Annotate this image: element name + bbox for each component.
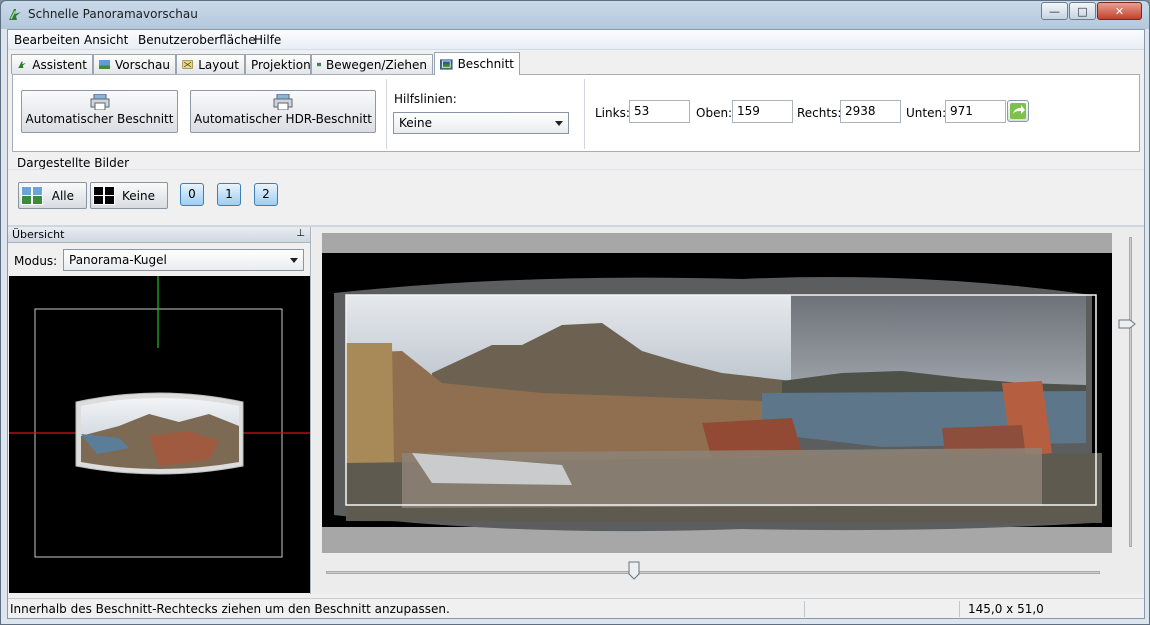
guides-value: Keine	[399, 116, 432, 130]
right-input[interactable]: 2938	[840, 100, 901, 123]
show-none-button[interactable]: Keine	[90, 182, 168, 209]
mode-value: Panorama-Kugel	[69, 253, 167, 267]
preview-icon	[99, 60, 111, 69]
auto-hdr-crop-icon	[273, 94, 293, 110]
move-drag-icon	[317, 62, 321, 67]
auto-crop-button[interactable]: Automatischer Beschnitt	[21, 90, 178, 133]
overview-header: Übersicht ⊥	[8, 227, 310, 243]
overview-sphere-view[interactable]	[9, 276, 310, 593]
pin-icon[interactable]: ⊥	[296, 228, 305, 239]
menu-bar: Bearbeiten Ansicht Benutzeroberfläche Hi…	[8, 30, 1144, 50]
separator	[584, 79, 585, 149]
auto-hdr-crop-label: Automatischer HDR-Beschnitt	[194, 112, 372, 126]
panorama-canvas[interactable]	[322, 233, 1112, 553]
right-label: Rechts:	[797, 106, 842, 120]
guides-label: Hilfslinien:	[394, 92, 457, 106]
apply-arrow-icon	[1010, 103, 1026, 119]
auto-hdr-crop-button[interactable]: Automatischer HDR-Beschnitt	[190, 90, 376, 133]
left-label: Links:	[595, 106, 630, 120]
show-all-button[interactable]: Alle	[18, 182, 87, 209]
tab-projektion[interactable]: Projektion	[245, 54, 311, 74]
tab-label: Assistent	[32, 57, 87, 72]
layout-icon	[182, 60, 193, 69]
app-icon	[9, 9, 21, 20]
mode-label: Modus:	[14, 254, 58, 268]
top-label: Oben:	[696, 106, 733, 120]
separator	[386, 79, 387, 149]
image-toggle-0[interactable]: 0	[180, 183, 204, 206]
client-area: Bearbeiten Ansicht Benutzeroberfläche Hi…	[7, 29, 1145, 619]
crop-icon	[440, 58, 453, 70]
close-button[interactable]: ✕	[1097, 2, 1142, 20]
title-bar[interactable]: Schnelle Panoramavorschau — □ ✕	[1, 1, 1149, 29]
left-input[interactable]: 53	[629, 100, 690, 123]
overview-title: Übersicht	[12, 228, 65, 241]
tab-label: Vorschau	[115, 57, 170, 72]
tab-beschnitt[interactable]: Beschnitt	[434, 52, 520, 75]
apply-crop-button[interactable]	[1007, 100, 1029, 122]
status-message: Innerhalb des Beschnitt-Rechtecks ziehen…	[10, 602, 450, 616]
tab-label: Layout	[198, 57, 239, 72]
menu-hilfe[interactable]: Hilfe	[254, 33, 281, 47]
maximize-button[interactable]: □	[1069, 2, 1096, 20]
minimize-button[interactable]: —	[1041, 2, 1068, 20]
tab-label: Bewegen/Ziehen	[326, 57, 427, 72]
tab-bar: Assistent Vorschau Layout Projektion Bew…	[8, 52, 1144, 75]
wizard-icon	[18, 61, 27, 69]
maximize-icon: □	[1077, 4, 1088, 18]
minimize-icon: —	[1049, 4, 1060, 18]
auto-crop-icon	[90, 94, 109, 110]
app-window: Schnelle Panoramavorschau — □ ✕ Bearbeit…	[0, 0, 1150, 625]
tab-label: Projektion	[251, 57, 311, 72]
tab-layout[interactable]: Layout	[176, 54, 245, 74]
crop-preview-view[interactable]	[312, 227, 1144, 594]
mode-dropdown[interactable]: Panorama-Kugel	[63, 249, 304, 271]
shown-images-panel: Alle Keine 0 1 2	[8, 169, 1144, 225]
menu-ansicht[interactable]: Ansicht	[84, 33, 128, 47]
show-all-label: Alle	[51, 189, 74, 203]
menu-benutzeroberflaeche[interactable]: Benutzeroberfläche	[138, 33, 256, 47]
status-separator	[959, 601, 960, 617]
horizontal-slider-track[interactable]	[326, 571, 1100, 574]
image-toggle-1[interactable]: 1	[217, 183, 241, 206]
chevron-down-icon	[555, 121, 563, 126]
status-bar: Innerhalb des Beschnitt-Rechtecks ziehen…	[8, 598, 1144, 618]
horizontal-slider-thumb[interactable]	[628, 561, 640, 580]
tab-bewegen-ziehen[interactable]: Bewegen/Ziehen	[311, 54, 433, 74]
chevron-down-icon	[290, 258, 298, 263]
auto-crop-label: Automatischer Beschnitt	[25, 112, 174, 126]
top-input[interactable]: 159	[732, 100, 793, 123]
image-toggle-2[interactable]: 2	[254, 183, 278, 206]
show-all-icon	[21, 186, 43, 205]
status-separator	[804, 601, 805, 617]
vertical-slider-thumb[interactable]	[1118, 319, 1136, 329]
overview-panel: Übersicht ⊥ Modus: Panorama-Kugel	[8, 227, 311, 594]
guides-dropdown[interactable]: Keine	[393, 112, 569, 134]
tab-vorschau[interactable]: Vorschau	[93, 54, 176, 74]
bottom-input[interactable]: 971	[945, 100, 1006, 123]
window-title: Schnelle Panoramavorschau	[28, 7, 198, 21]
show-none-icon	[93, 186, 115, 205]
show-none-label: Keine	[122, 189, 155, 203]
tab-assistent[interactable]: Assistent	[11, 54, 93, 74]
crop-toolbar: Automatischer Beschnitt Automatischer HD…	[12, 74, 1140, 152]
field-of-view-readout: 145,0 x 51,0	[968, 602, 1044, 616]
tab-label: Beschnitt	[457, 57, 514, 71]
bottom-label: Unten:	[906, 106, 947, 120]
vertical-slider-track[interactable]	[1129, 237, 1132, 547]
close-icon: ✕	[1114, 4, 1125, 18]
shown-images-label: Dargestellte Bilder	[17, 156, 130, 170]
menu-bearbeiten[interactable]: Bearbeiten	[14, 33, 80, 47]
sphere-preview	[9, 276, 310, 558]
